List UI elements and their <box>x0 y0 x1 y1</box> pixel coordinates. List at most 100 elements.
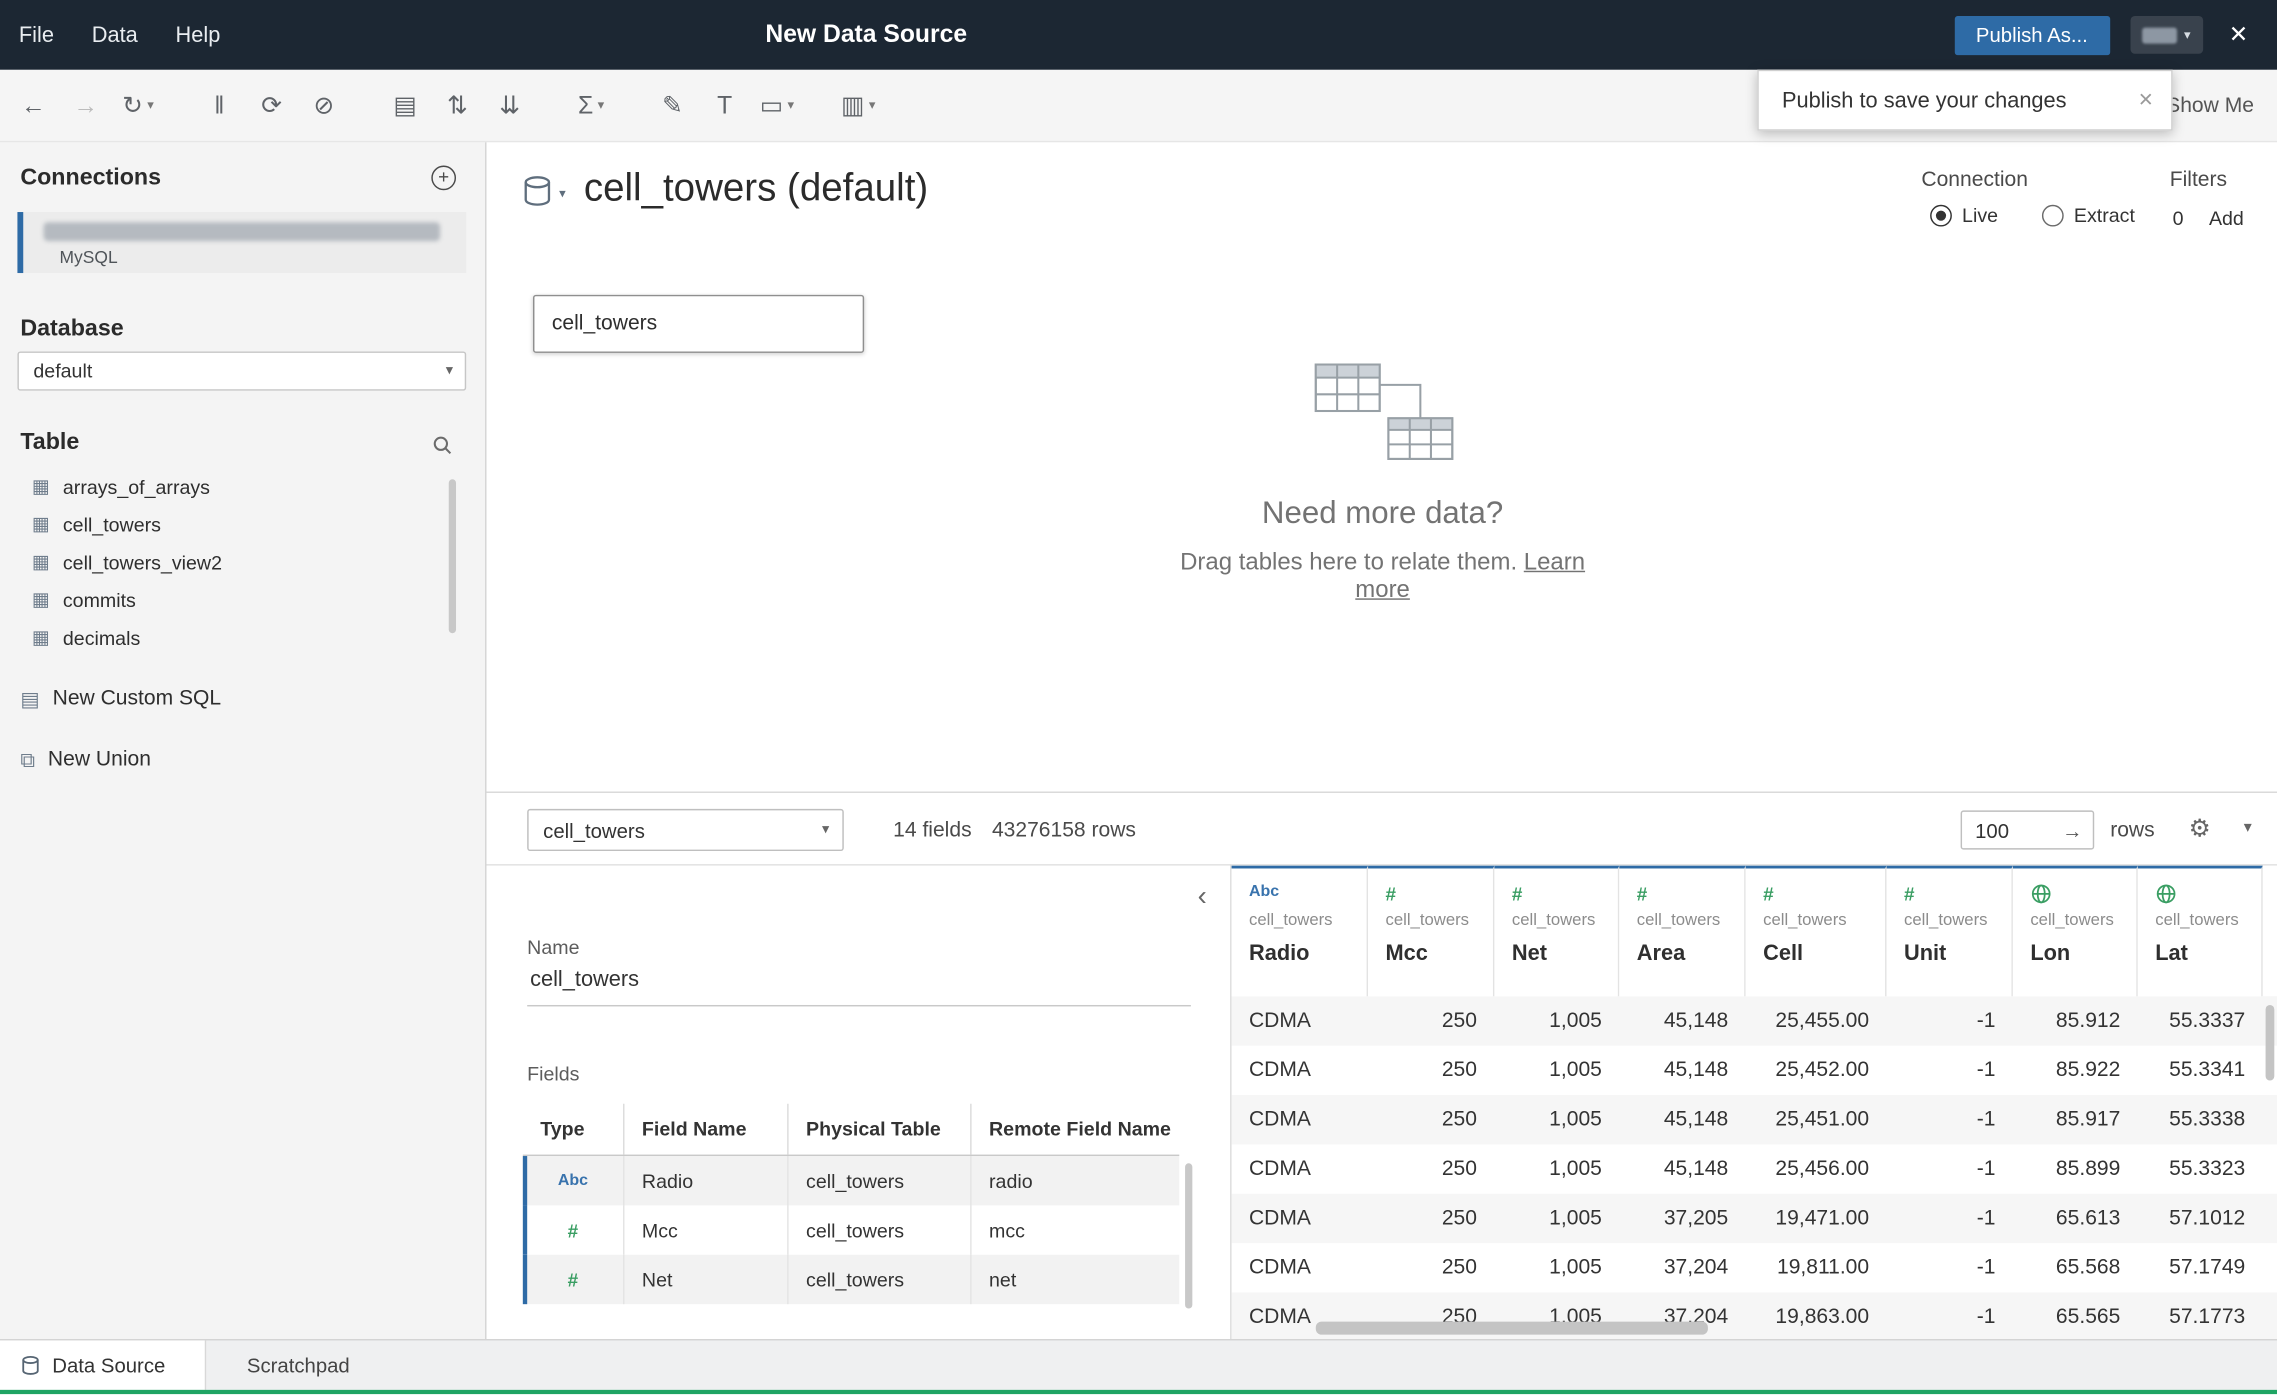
fields-scrollbar[interactable] <box>1185 1163 1193 1309</box>
new-datasource-icon[interactable]: ▤ <box>383 84 427 128</box>
grid-column-header-radio[interactable]: Abc cell_towers Radio <box>1231 865 1369 997</box>
sidebar-scrollbar[interactable] <box>448 479 457 634</box>
col-physical-table[interactable]: Physical Table <box>789 1103 972 1155</box>
grid-cell[interactable]: 25,451.00 <box>1746 1095 1887 1144</box>
grid-cell[interactable]: 250 <box>1368 1095 1494 1144</box>
highlight-icon[interactable]: ✎ <box>651 84 695 128</box>
col-field-name[interactable]: Field Name <box>624 1103 789 1155</box>
show-chart-icon[interactable]: ▥ ▾ <box>837 84 881 128</box>
user-menu-button[interactable]: ▾ <box>2129 15 2203 54</box>
radio-extract[interactable]: Extract <box>2041 204 2135 227</box>
gear-icon[interactable]: ⚙ <box>2189 815 2211 844</box>
grid-cell[interactable]: -1 <box>1887 1243 2013 1292</box>
grid-cell[interactable]: -1 <box>1887 1144 2013 1193</box>
grid-cell[interactable]: CDMA <box>1232 1046 1369 1095</box>
replay-icon[interactable]: ↻ ▾ <box>116 84 160 128</box>
tab-data-source[interactable]: Data Source <box>0 1340 207 1390</box>
sort-ascending-icon[interactable]: ⇅ <box>436 84 480 128</box>
collapse-metadata-icon[interactable]: ‹ <box>1198 883 1207 911</box>
apply-rows-icon[interactable]: → <box>2062 818 2092 841</box>
grid-cell[interactable]: 25,455.00 <box>1746 996 1887 1045</box>
show-me-button[interactable]: Show Me <box>2166 94 2254 117</box>
grid-column-header-lon[interactable]: cell_towers Lon <box>2012 865 2138 997</box>
preview-table-select[interactable]: cell_towers ▾ <box>527 808 844 852</box>
grid-cell[interactable]: 65.613 <box>2013 1194 2138 1243</box>
grid-cell[interactable]: 85.899 <box>2013 1144 2138 1193</box>
pause-updates-icon[interactable]: ‖ <box>198 84 242 128</box>
grid-cell[interactable]: 57.1749 <box>2138 1243 2263 1292</box>
field-row-mcc[interactable]: # Mcc cell_towers mcc <box>522 1205 1179 1255</box>
grid-cell[interactable]: 55.3341 <box>2138 1046 2263 1095</box>
grid-cell[interactable]: 250 <box>1368 1243 1494 1292</box>
new-custom-sql[interactable]: ▤ New Custom SQL <box>20 680 221 718</box>
field-row-net[interactable]: # Net cell_towers net <box>522 1254 1180 1305</box>
undo-icon[interactable]: ← <box>12 84 56 128</box>
window-close-button[interactable]: ✕ <box>2223 17 2254 52</box>
grid-column-header-area[interactable]: # cell_towers Area <box>1619 865 1746 997</box>
grid-cell[interactable]: -1 <box>1887 1095 2013 1144</box>
grid-column-header-cell[interactable]: # cell_towers Cell <box>1745 865 1887 997</box>
grid-cell[interactable]: CDMA <box>1232 996 1369 1045</box>
add-connection-button[interactable]: + <box>431 165 457 191</box>
grid-cell[interactable]: 1,005 <box>1494 1194 1619 1243</box>
grid-cell[interactable]: CDMA <box>1232 1194 1369 1243</box>
redo-icon[interactable]: → <box>64 84 108 128</box>
menu-file[interactable]: File <box>0 0 73 70</box>
radio-live[interactable]: Live <box>1930 204 1998 227</box>
search-icon[interactable] <box>431 434 453 463</box>
grid-vscrollbar[interactable] <box>2265 1004 2275 1081</box>
grid-cell[interactable]: 37,205 <box>1619 1194 1745 1243</box>
grid-column-header-lat[interactable]: cell_towers Lat <box>2137 865 2263 997</box>
grid-cell[interactable]: 65.568 <box>2013 1243 2138 1292</box>
grid-cell[interactable]: 1,005 <box>1494 1243 1619 1292</box>
menu-data[interactable]: Data <box>73 0 157 70</box>
grid-cell[interactable]: 250 <box>1368 996 1494 1045</box>
tab-scratchpad[interactable]: Scratchpad <box>221 1340 376 1389</box>
grid-column-header-unit[interactable]: # cell_towers Unit <box>1886 865 2013 997</box>
grid-cell[interactable]: 85.922 <box>2013 1046 2138 1095</box>
grid-cell[interactable]: 45,148 <box>1619 1144 1745 1193</box>
col-type[interactable]: Type <box>523 1103 625 1155</box>
database-select[interactable]: default ▾ <box>17 351 467 391</box>
grid-cell[interactable]: 37,204 <box>1619 1243 1745 1292</box>
new-union[interactable]: ⧉ New Union <box>20 741 151 779</box>
publish-as-button[interactable]: Publish As... <box>1954 15 2110 55</box>
fit-icon[interactable]: ▭ ▾ <box>755 84 799 128</box>
sort-descending-icon[interactable]: ⇊ <box>488 84 532 128</box>
table-item-cell_towers_view2[interactable]: ▦ cell_towers_view2 <box>0 543 485 581</box>
grid-cell[interactable]: 25,452.00 <box>1746 1046 1887 1095</box>
grid-cell[interactable]: 45,148 <box>1619 1095 1745 1144</box>
table-item-cell_towers[interactable]: ▦ cell_towers <box>0 505 485 543</box>
grid-cell[interactable]: 1,005 <box>1494 996 1619 1045</box>
row-count-input[interactable]: 100 → <box>1960 810 2095 850</box>
connection-item[interactable]: MySQL <box>17 212 467 274</box>
grid-column-header-mcc[interactable]: # cell_towers Mcc <box>1368 865 1495 997</box>
menu-help[interactable]: Help <box>157 0 240 70</box>
grid-column-header-net[interactable]: # cell_towers Net <box>1494 865 1620 997</box>
grid-cell[interactable]: 19,811.00 <box>1746 1243 1887 1292</box>
grid-cell[interactable]: 55.3338 <box>2138 1095 2263 1144</box>
datasource-icon[interactable] <box>521 174 553 216</box>
grid-cell[interactable]: CDMA <box>1232 1144 1369 1193</box>
grid-cell[interactable]: -1 <box>1887 1046 2013 1095</box>
grid-cell[interactable]: 25,456.00 <box>1746 1144 1887 1193</box>
filters-add-button[interactable]: Add <box>2209 208 2244 230</box>
datasource-title[interactable]: cell_towers (default) <box>584 166 928 211</box>
grid-hscrollbar[interactable] <box>1315 1321 1708 1335</box>
grid-cell[interactable]: 57.1012 <box>2138 1194 2263 1243</box>
grid-cell[interactable]: 1,005 <box>1494 1144 1619 1193</box>
grid-cell[interactable]: CDMA <box>1232 1243 1369 1292</box>
grid-cell[interactable]: 45,148 <box>1619 996 1745 1045</box>
collapse-preview-icon[interactable]: ▾ <box>2244 818 2252 836</box>
field-row-radio[interactable]: Abc Radio cell_towers radio <box>522 1156 1180 1206</box>
grid-cell[interactable]: 85.912 <box>2013 996 2138 1045</box>
grid-cell[interactable]: 55.3323 <box>2138 1144 2263 1193</box>
grid-cell[interactable]: 1,005 <box>1494 1046 1619 1095</box>
grid-cell[interactable]: 19,471.00 <box>1746 1194 1887 1243</box>
refresh-icon[interactable]: ⟳ <box>250 84 294 128</box>
cancel-update-icon[interactable]: ⊘ <box>302 84 346 128</box>
grid-cell[interactable]: -1 <box>1887 1194 2013 1243</box>
grid-cell[interactable]: 250 <box>1368 1194 1494 1243</box>
grid-cell[interactable]: 1,005 <box>1494 1095 1619 1144</box>
grid-cell[interactable]: 85.917 <box>2013 1095 2138 1144</box>
